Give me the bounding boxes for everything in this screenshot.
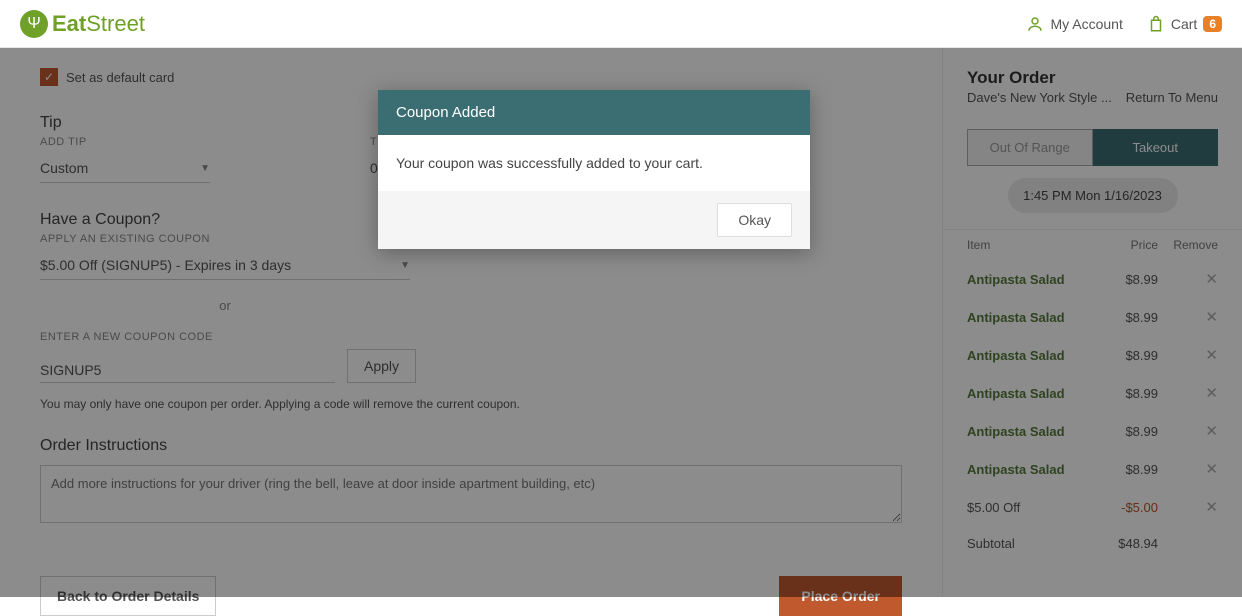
modal-message: Your coupon was successfully added to yo… xyxy=(378,135,810,191)
okay-button[interactable]: Okay xyxy=(717,203,792,237)
my-account-link[interactable]: My Account xyxy=(1026,15,1122,33)
cart-link[interactable]: Cart 6 xyxy=(1147,15,1222,33)
brand-logo[interactable]: Ψ EatStreet xyxy=(20,10,145,38)
modal-footer: Okay xyxy=(378,191,810,249)
my-account-label: My Account xyxy=(1050,16,1122,32)
fork-circle-icon: Ψ xyxy=(20,10,48,38)
cart-label: Cart xyxy=(1171,16,1197,32)
modal-title: Coupon Added xyxy=(378,90,810,135)
header-right: My Account Cart 6 xyxy=(1026,15,1222,33)
coupon-added-modal: Coupon Added Your coupon was successfull… xyxy=(378,90,810,249)
top-header: Ψ EatStreet My Account Cart 6 xyxy=(0,0,1242,48)
user-icon xyxy=(1026,15,1044,33)
brand-text: EatStreet xyxy=(52,11,145,37)
cart-count-badge: 6 xyxy=(1203,16,1222,32)
bag-icon xyxy=(1147,15,1165,33)
